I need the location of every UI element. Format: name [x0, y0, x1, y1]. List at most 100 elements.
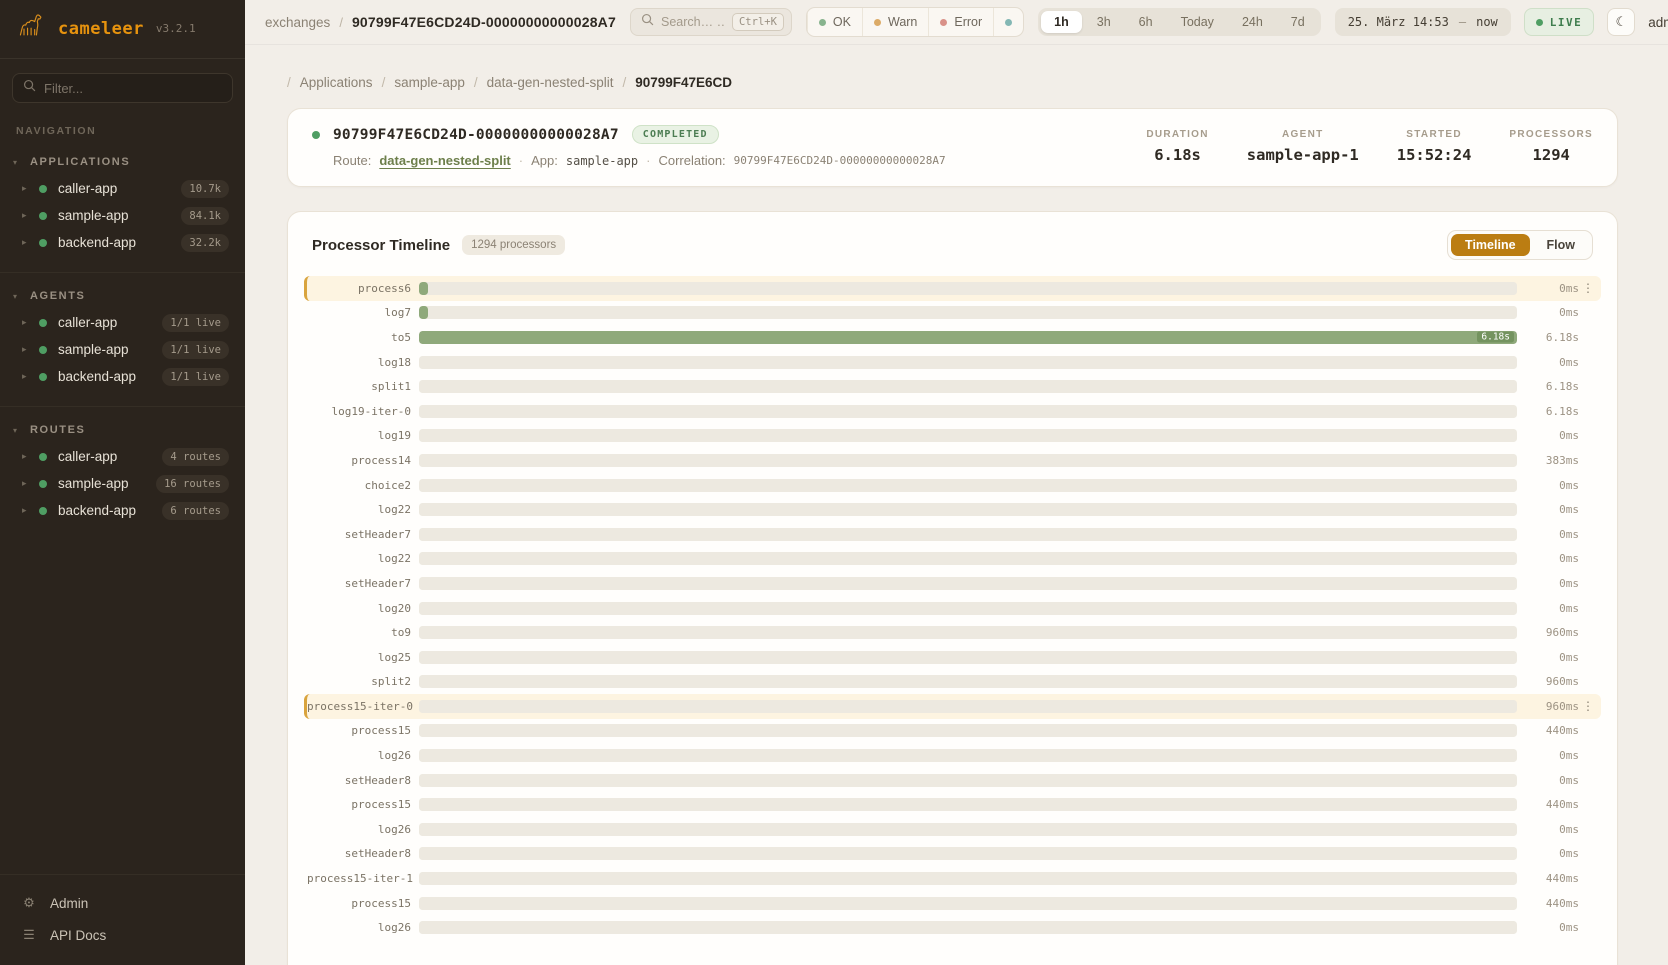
status-filter-chip[interactable] [993, 8, 1023, 36]
timeline-row[interactable]: setHeader8 0ms ⋮ [304, 768, 1601, 793]
timeline-row[interactable]: choice2 0ms ⋮ [304, 473, 1601, 498]
timeline-row[interactable]: split1 6.18s ⋮ [304, 374, 1601, 399]
timeline-track [419, 577, 1517, 590]
timeline-row[interactable]: process14 383ms ⋮ [304, 448, 1601, 473]
sidebar-footer-item[interactable]: ☰ API Docs [0, 919, 245, 951]
view-toggle-button[interactable]: Timeline [1451, 234, 1529, 256]
processor-name: log19-iter-0 [307, 405, 419, 418]
sidebar-item[interactable]: ▸ sample-app 84.1k [0, 202, 245, 229]
timeline-row[interactable]: log22 0ms ⋮ [304, 547, 1601, 572]
timeline-row[interactable]: log26 0ms ⋮ [304, 743, 1601, 768]
time-range-button[interactable]: Today [1168, 11, 1227, 33]
app-label: App: [531, 153, 558, 168]
kebab-menu-icon[interactable]: ⋮ [1579, 699, 1597, 713]
time-range-button[interactable]: 1h [1041, 11, 1082, 33]
sidebar-section-header[interactable]: ▾ AGENTS [0, 287, 245, 309]
time-range-button[interactable]: 24h [1229, 11, 1276, 33]
sidebar-item-badge: 1/1 live [162, 368, 229, 386]
timeline-row[interactable]: log22 0ms ⋮ [304, 497, 1601, 522]
breadcrumb-exchanges-link[interactable]: exchanges [265, 15, 330, 30]
status-dot [39, 453, 47, 461]
sidebar-item-label: sample-app [58, 342, 154, 357]
sidebar-item-badge: 84.1k [181, 207, 229, 225]
timeline-row[interactable]: log26 0ms ⋮ [304, 817, 1601, 842]
sidebar-filter[interactable] [12, 73, 233, 103]
view-toggle-button[interactable]: Flow [1533, 234, 1589, 256]
theme-toggle-button[interactable]: ☾ [1607, 8, 1635, 36]
kebab-menu-icon[interactable]: ⋮ [1579, 281, 1597, 295]
stat-value: 15:52:24 [1397, 146, 1472, 164]
processor-duration: 6.18s [1525, 380, 1579, 393]
sidebar-item[interactable]: ▸ caller-app 4 routes [0, 443, 245, 470]
sidebar-item[interactable]: ▸ caller-app 10.7k [0, 175, 245, 202]
route-link[interactable]: data-gen-nested-split [379, 153, 510, 168]
status-dot [874, 19, 881, 26]
sidebar-filter-input[interactable] [44, 81, 222, 96]
sidebar-item-label: backend-app [58, 503, 154, 518]
timeline-row[interactable]: process15-iter-1 440ms ⋮ [304, 866, 1601, 891]
search-icon [23, 79, 36, 97]
caret-right-icon: ▸ [22, 317, 31, 328]
timeline-row[interactable]: setHeader8 0ms ⋮ [304, 842, 1601, 867]
sidebar-item[interactable]: ▸ backend-app 6 routes [0, 497, 245, 524]
timeline-row[interactable]: process15 440ms ⋮ [304, 719, 1601, 744]
sidebar-item[interactable]: ▸ sample-app 1/1 live [0, 336, 245, 363]
timeline-row[interactable]: process6 0ms ⋮ [304, 276, 1601, 301]
sidebar-section-items: ▸ caller-app 4 routes ▸ sample-app 16 ro… [0, 443, 245, 524]
timeline-row[interactable]: log7 0ms ⋮ [304, 301, 1601, 326]
sidebar-item[interactable]: ▸ backend-app 1/1 live [0, 363, 245, 390]
breadcrumb-link[interactable]: Applications [300, 75, 373, 90]
breadcrumb-link[interactable]: 90799F47E6CD [635, 75, 732, 90]
status-filter-chip[interactable]: Warn [862, 8, 928, 36]
timeline-row[interactable]: log19 0ms ⋮ [304, 424, 1601, 449]
sidebar-item[interactable]: ▸ sample-app 16 routes [0, 470, 245, 497]
sidebar-footer-item[interactable]: ⚙ Admin [0, 887, 245, 919]
processor-duration: 0ms [1525, 552, 1579, 565]
caret-right-icon: ▸ [22, 451, 31, 462]
search-input[interactable] [661, 15, 725, 29]
breadcrumb-exchange-id[interactable]: 90799F47E6CD24D-00000000000028A7 [352, 14, 616, 30]
timeline-track [419, 724, 1517, 737]
breadcrumb-link[interactable]: sample-app [394, 75, 465, 90]
timeline-row[interactable]: log19-iter-0 6.18s ⋮ [304, 399, 1601, 424]
timeline-row[interactable]: log20 0ms ⋮ [304, 596, 1601, 621]
timeline-track [419, 872, 1517, 885]
timeline-row[interactable]: process15-iter-0 960ms ⋮ [304, 694, 1601, 719]
timeline-track [419, 602, 1517, 615]
sidebar-section-header[interactable]: ▾ APPLICATIONS [0, 153, 245, 175]
timeline-row[interactable]: setHeader7 0ms ⋮ [304, 522, 1601, 547]
sidebar-item-label: backend-app [58, 369, 154, 384]
status-filter-chip[interactable]: Error [928, 8, 993, 36]
timeline-row[interactable]: log25 0ms ⋮ [304, 645, 1601, 670]
timeline-row[interactable]: split2 960ms ⋮ [304, 670, 1601, 695]
live-toggle[interactable]: LIVE [1524, 8, 1595, 36]
status-dot [39, 319, 47, 327]
time-range-button[interactable]: 3h [1084, 11, 1124, 33]
timeline-row[interactable]: log26 0ms ⋮ [304, 915, 1601, 940]
processor-duration: 960ms [1525, 626, 1579, 639]
time-range-button[interactable]: 7d [1278, 11, 1318, 33]
sidebar-item-label: caller-app [58, 315, 154, 330]
sidebar-item[interactable]: ▸ caller-app 1/1 live [0, 309, 245, 336]
status-filter-chip[interactable]: OK [807, 8, 862, 36]
stat-label: AGENT [1247, 129, 1359, 140]
timeline-row[interactable]: log18 0ms ⋮ [304, 350, 1601, 375]
timeline-track [419, 479, 1517, 492]
timeline-row[interactable]: setHeader7 0ms ⋮ [304, 571, 1601, 596]
processor-duration: 440ms [1525, 872, 1579, 885]
global-search[interactable]: Ctrl+K [630, 8, 792, 36]
status-dot [39, 507, 47, 515]
caret-down-icon: ▾ [13, 426, 17, 435]
time-range-button[interactable]: 6h [1126, 11, 1166, 33]
processor-duration: 6.18s [1525, 405, 1579, 418]
breadcrumb-link[interactable]: data-gen-nested-split [487, 75, 614, 90]
sidebar-section-header[interactable]: ▾ ROUTES [0, 421, 245, 443]
processor-duration: 960ms [1525, 675, 1579, 688]
date-range-picker[interactable]: 25. März 14:53 – now [1335, 8, 1511, 36]
timeline-row[interactable]: to9 960ms ⋮ [304, 620, 1601, 645]
app-logo[interactable]: cameleer v3.2.1 [0, 0, 245, 59]
sidebar-item[interactable]: ▸ backend-app 32.2k [0, 229, 245, 256]
timeline-row[interactable]: process15 440ms ⋮ [304, 891, 1601, 916]
timeline-row[interactable]: to5 6.18s 6.18s ⋮ [304, 325, 1601, 350]
timeline-row[interactable]: process15 440ms ⋮ [304, 792, 1601, 817]
